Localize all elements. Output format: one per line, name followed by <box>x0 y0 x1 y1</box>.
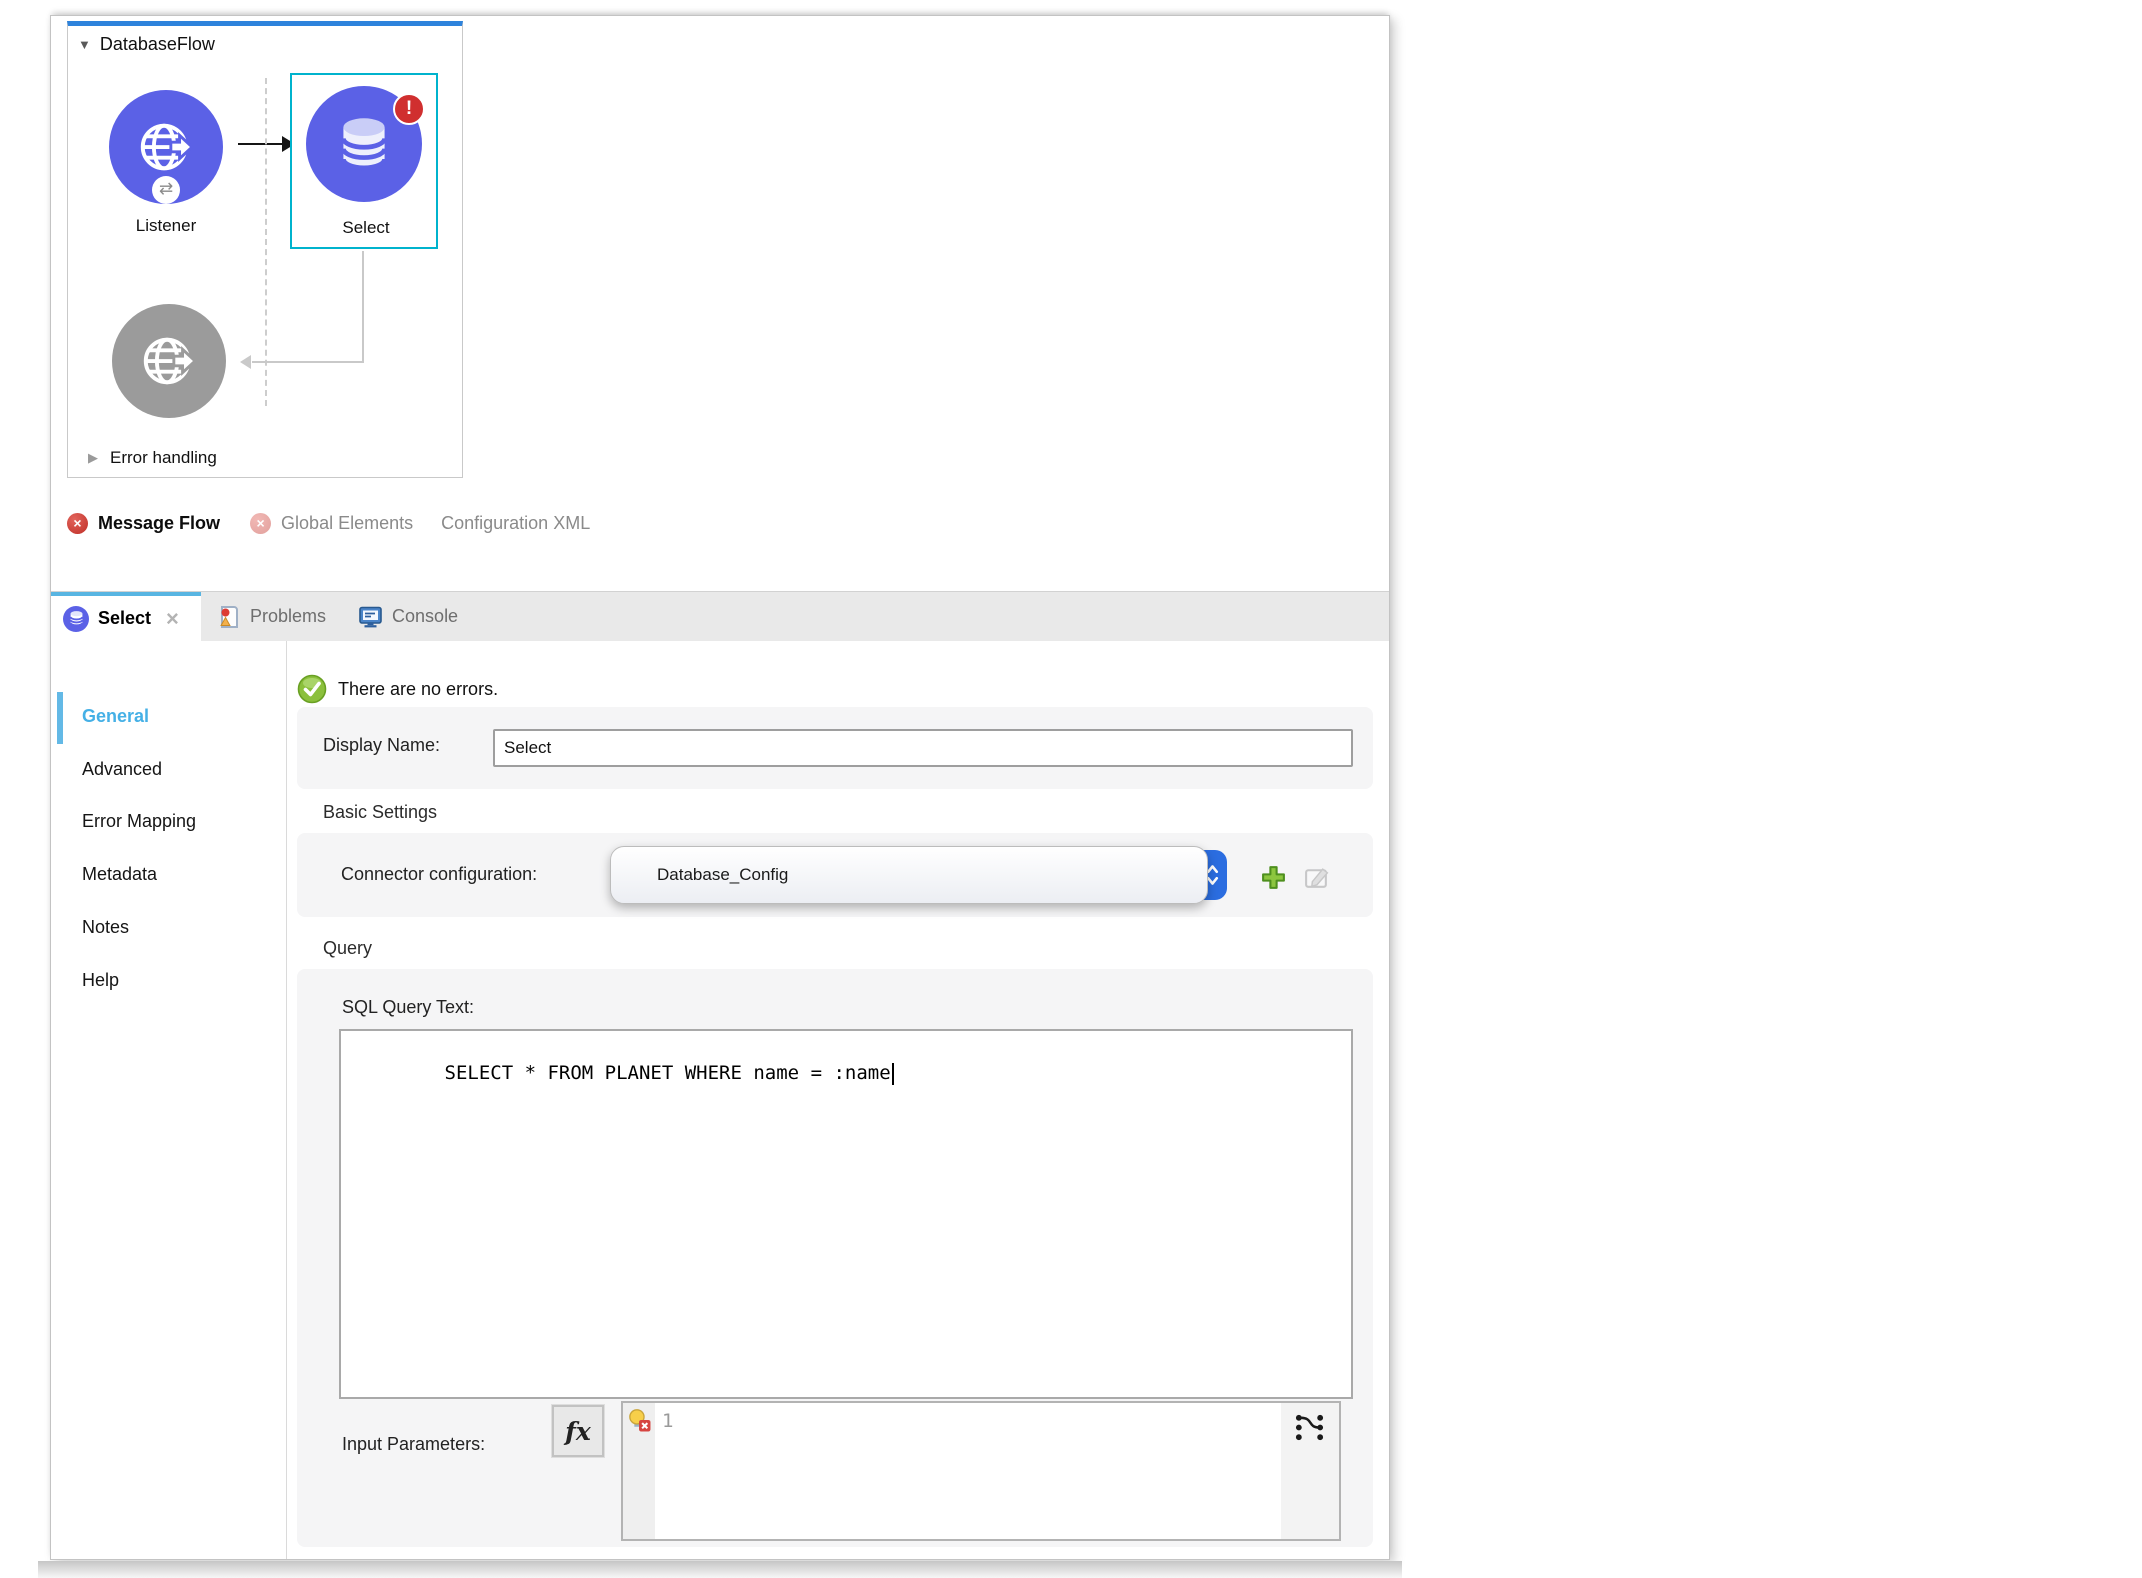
display-name-input[interactable] <box>493 729 1353 767</box>
error-handling-expand-icon[interactable]: ▶ <box>88 450 98 466</box>
tab-problems-label: Problems <box>250 606 326 627</box>
tab-message-flow-label: Message Flow <box>98 513 220 534</box>
globe-arrow-icon <box>135 116 197 178</box>
app-window: ▼ DatabaseFlow ⇄ Listener <box>50 15 1390 1560</box>
flow-collapse-icon[interactable]: ▼ <box>78 37 91 52</box>
tab-problems[interactable]: Problems <box>201 592 342 641</box>
text-caret <box>892 1063 894 1085</box>
fx-expression-button[interactable]: fx <box>552 1405 604 1457</box>
error-badge-icon: ! <box>393 93 425 125</box>
query-panel: SQL Query Text: SELECT * FROM PLANET WHE… <box>297 969 1373 1547</box>
query-title: Query <box>323 938 372 959</box>
flow-arrow <box>238 143 284 145</box>
success-check-icon <box>297 674 327 704</box>
edit-config-button[interactable] <box>1302 863 1330 891</box>
problems-icon <box>217 605 241 629</box>
sidebar-item-advanced[interactable]: Advanced <box>82 759 162 780</box>
connector-config-value: Database_Config <box>611 865 788 885</box>
tab-select[interactable]: Select × <box>51 592 201 641</box>
input-parameters-label: Input Parameters: <box>342 1434 485 1455</box>
line-number: 1 <box>662 1410 673 1432</box>
window-bottom-shadow <box>38 1561 1402 1578</box>
status-message: There are no errors. <box>338 679 498 700</box>
database-tab-icon <box>63 606 89 632</box>
status-row: There are no errors. <box>297 674 498 704</box>
sidebar-item-metadata[interactable]: Metadata <box>82 864 157 885</box>
return-connector-h <box>252 361 364 363</box>
view-tabs: × Message Flow × Global Elements Configu… <box>67 513 590 534</box>
basic-settings-panel: Connector configuration: Database_Config <box>297 833 1373 917</box>
flow-dashed-divider <box>265 78 267 406</box>
tab-select-label: Select <box>98 608 151 629</box>
display-name-label: Display Name: <box>323 735 440 756</box>
editor-gutter <box>623 1403 655 1539</box>
transform-mapping-icon[interactable] <box>1293 1412 1326 1443</box>
sidebar-active-indicator <box>57 692 63 744</box>
flow-title: DatabaseFlow <box>100 34 215 55</box>
error-handling-section[interactable]: ▶ Error handling <box>88 448 217 468</box>
sidebar-item-general[interactable]: General <box>82 706 149 727</box>
return-connector-v <box>362 251 364 363</box>
listener-node-label: Listener <box>92 216 240 236</box>
sidebar-item-help[interactable]: Help <box>82 970 119 991</box>
console-icon <box>358 605 383 629</box>
tab-console-label: Console <box>392 606 458 627</box>
error-x-icon: × <box>67 513 88 534</box>
connector-config-dropdown[interactable]: Database_Config <box>610 846 1208 904</box>
tab-configuration-xml-label: Configuration XML <box>441 513 590 534</box>
input-parameters-editor[interactable]: 1 <box>621 1401 1341 1541</box>
tab-configuration-xml[interactable]: Configuration XML <box>441 513 590 534</box>
select-node[interactable]: ! Select <box>290 73 438 249</box>
exchange-icon: ⇄ <box>152 176 180 204</box>
editor-tabbar: Select × Problems Console <box>51 591 1389 641</box>
error-handling-label: Error handling <box>110 448 217 468</box>
basic-settings-title: Basic Settings <box>323 802 437 823</box>
database-icon <box>337 115 391 173</box>
editor-right-strip <box>1281 1403 1339 1539</box>
sql-query-textarea[interactable]: SELECT * FROM PLANET WHERE name = :name <box>339 1029 1353 1399</box>
tab-message-flow[interactable]: × Message Flow <box>67 513 220 534</box>
sidebar-item-notes[interactable]: Notes <box>82 917 129 938</box>
edit-icon <box>1303 864 1330 891</box>
sidebar-item-error-mapping[interactable]: Error Mapping <box>82 811 196 832</box>
plus-icon <box>1260 864 1287 891</box>
quickfix-error-icon[interactable] <box>626 1408 651 1433</box>
properties-panel: General Advanced Error Mapping Metadata … <box>51 641 1389 1559</box>
close-icon[interactable]: × <box>166 609 179 629</box>
display-name-panel: Display Name: <box>297 707 1373 789</box>
response-listener-node[interactable] <box>112 304 226 418</box>
sql-query-text: SELECT * FROM PLANET WHERE name = :name <box>445 1062 891 1084</box>
flow-canvas: ▼ DatabaseFlow ⇄ Listener <box>67 21 463 478</box>
return-connector-arrow <box>240 355 251 369</box>
tab-global-elements[interactable]: × Global Elements <box>250 513 413 534</box>
add-config-button[interactable] <box>1259 863 1287 891</box>
globe-arrow-icon-gray <box>138 330 200 392</box>
select-node-label: Select <box>292 218 440 238</box>
tab-global-elements-label: Global Elements <box>281 513 413 534</box>
sql-query-label: SQL Query Text: <box>342 997 474 1018</box>
properties-sidebar: General Advanced Error Mapping Metadata … <box>51 641 287 1559</box>
error-x-icon-faded: × <box>250 513 271 534</box>
tab-console[interactable]: Console <box>342 592 474 641</box>
connector-config-label: Connector configuration: <box>341 864 537 885</box>
